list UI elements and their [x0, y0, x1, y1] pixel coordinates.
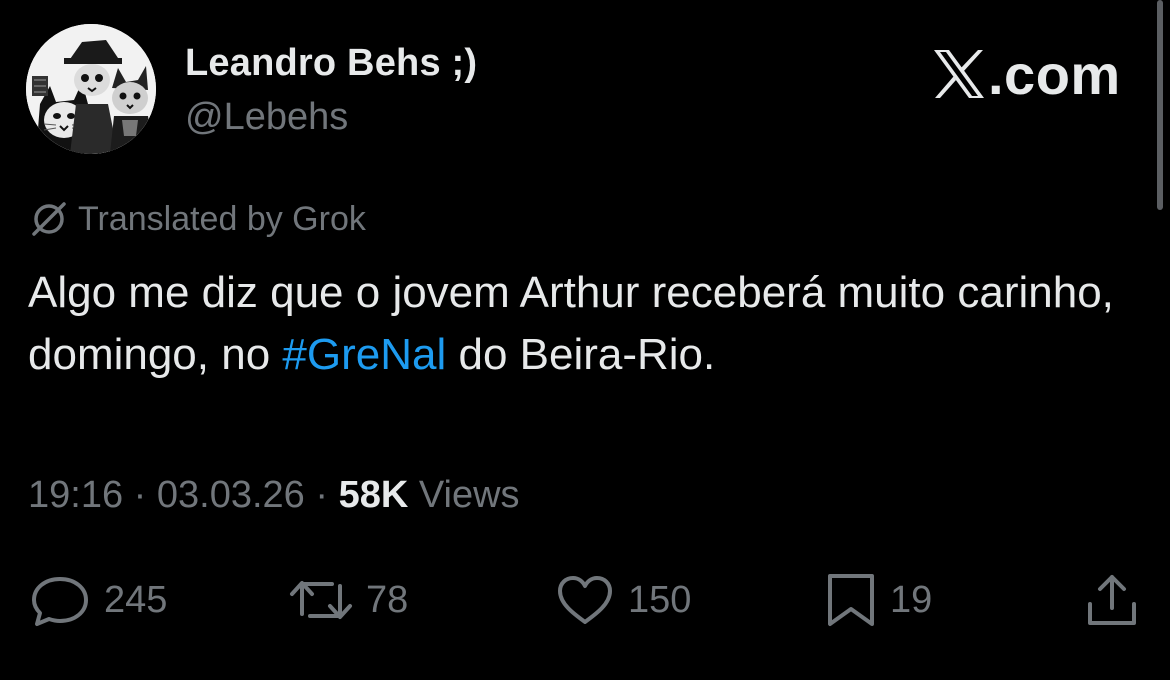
cats-illustration-avatar [26, 24, 156, 154]
brand-domain-text: .com [988, 42, 1121, 106]
author-display-name[interactable]: Leandro Behs ;) [185, 42, 477, 85]
reply-icon [32, 577, 88, 626]
repost-button[interactable]: 78 [288, 572, 408, 628]
action-bar: 245 78 150 19 [0, 572, 1170, 628]
bookmark-icon [828, 574, 874, 626]
views-label: Views [408, 474, 520, 516]
like-count: 150 [628, 578, 692, 621]
translated-by-grok[interactable]: Translated by Grok [28, 197, 366, 241]
meta-separator: · [123, 474, 157, 516]
meta-separator: · [304, 474, 339, 516]
tweet-meta: 19:16 · 03.03.26 · 58K Views [28, 474, 520, 517]
tweet-time[interactable]: 19:16 [28, 474, 123, 516]
tweet-date[interactable]: 03.03.26 [157, 474, 305, 516]
reply-button[interactable]: 245 [28, 572, 167, 628]
avatar[interactable] [26, 24, 156, 154]
hashtag-link[interactable]: #GreNal [282, 330, 446, 379]
author-handle[interactable]: @Lebehs [185, 96, 348, 139]
bookmark-count: 19 [890, 578, 933, 621]
x-logo-icon [934, 50, 984, 98]
x-com-watermark: .com [932, 42, 1121, 106]
repost-icon [290, 581, 352, 619]
share-icon [1088, 575, 1136, 625]
grok-icon [32, 202, 66, 236]
repost-count: 78 [366, 578, 409, 621]
like-button[interactable]: 150 [554, 572, 691, 628]
bookmark-button[interactable]: 19 [824, 572, 932, 628]
views-count: 58K [338, 474, 409, 516]
translation-label: Translated by Grok [78, 199, 366, 238]
reply-count: 245 [104, 578, 168, 621]
tweet-text: Algo me diz que o jovem Arthur receberá … [28, 262, 1138, 386]
tweet-text-end: do Beira-Rio. [446, 330, 716, 379]
share-button[interactable] [1084, 572, 1140, 628]
heart-icon [558, 576, 612, 624]
scrollbar[interactable] [1157, 0, 1163, 210]
